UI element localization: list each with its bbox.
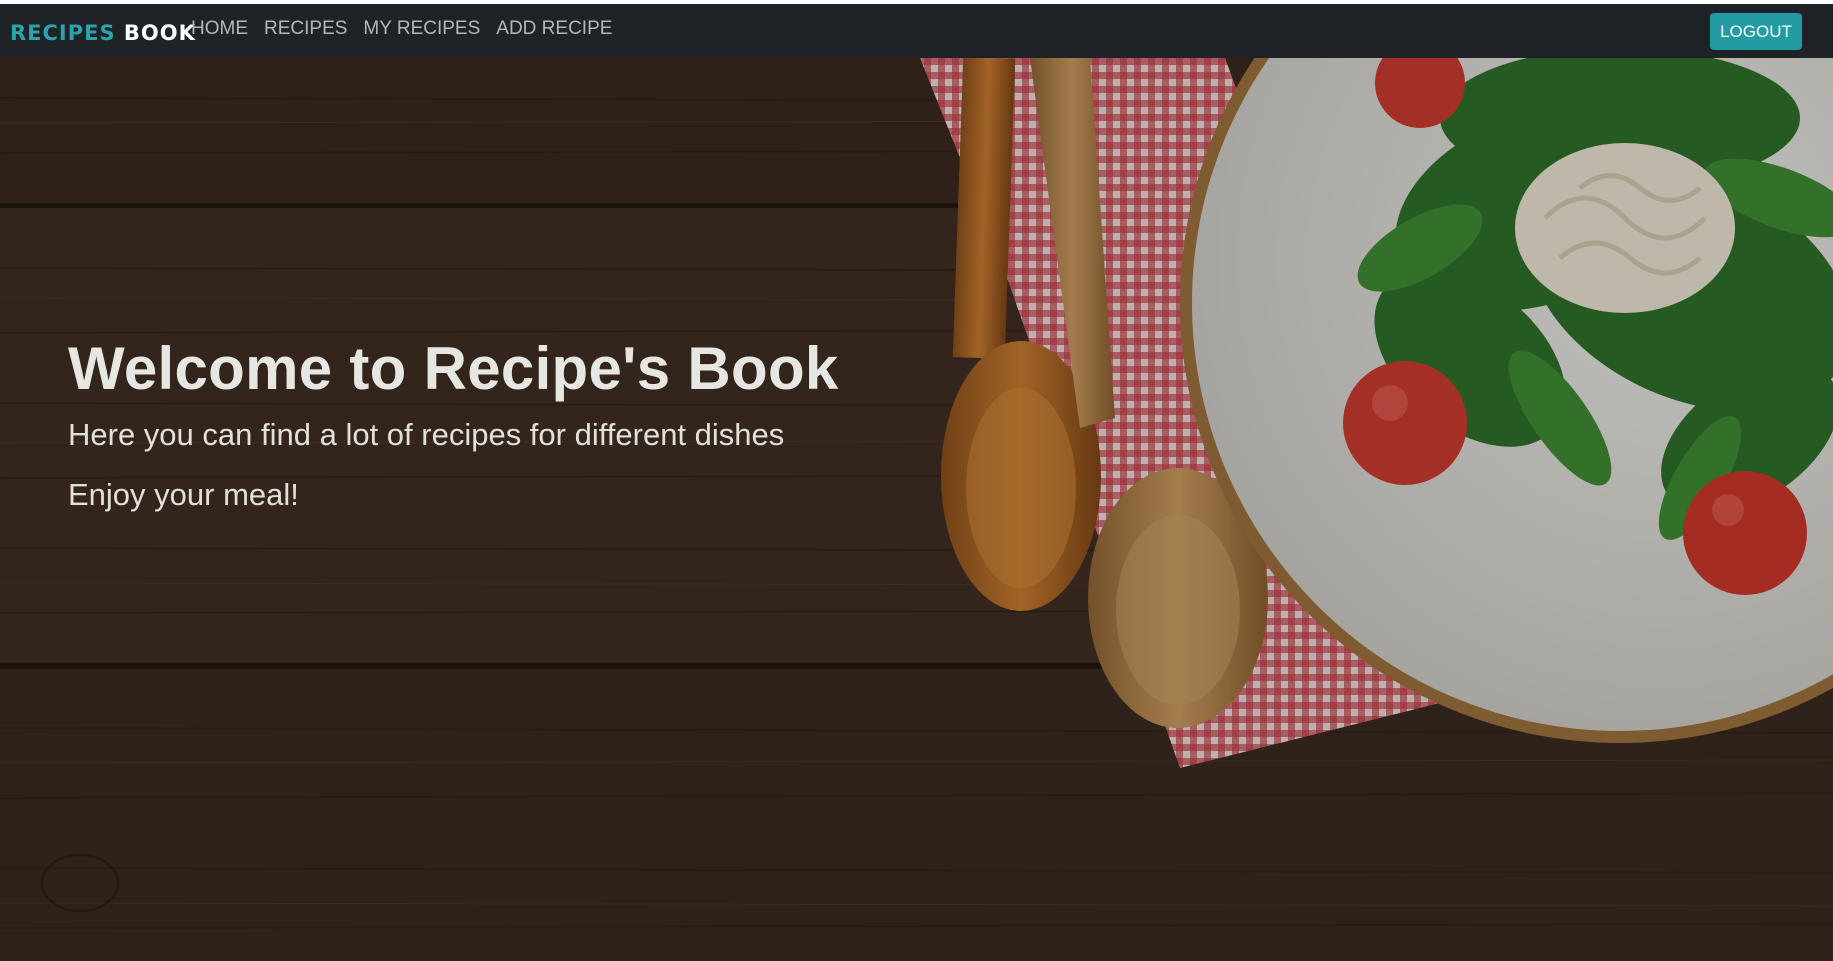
hero-title: Welcome to Recipe's Book (68, 335, 839, 402)
nav-link-recipes[interactable]: RECIPES (264, 18, 347, 40)
brand-part-recipes: RECIPES (10, 21, 116, 45)
nav-link-add-recipe[interactable]: ADD RECIPE (496, 18, 612, 40)
navbar: RECIPES BOOK HOME RECIPES MY RECIPES ADD… (0, 4, 1833, 58)
brand-logo[interactable]: RECIPES BOOK (10, 21, 196, 45)
nav-links: HOME RECIPES MY RECIPES ADD RECIPE (191, 18, 612, 40)
nav-link-my-recipes[interactable]: MY RECIPES (363, 18, 480, 40)
hero-section: Welcome to Recipe's Book Here you can fi… (0, 58, 1833, 961)
logout-button[interactable]: LOGOUT (1710, 13, 1802, 50)
brand-part-book: BOOK (123, 21, 196, 45)
hero-text: Welcome to Recipe's Book Here you can fi… (68, 334, 839, 513)
nav-link-home[interactable]: HOME (191, 18, 248, 40)
hero-subtitle: Here you can find a lot of recipes for d… (68, 417, 785, 452)
hero-tagline: Enjoy your meal! (68, 477, 299, 512)
